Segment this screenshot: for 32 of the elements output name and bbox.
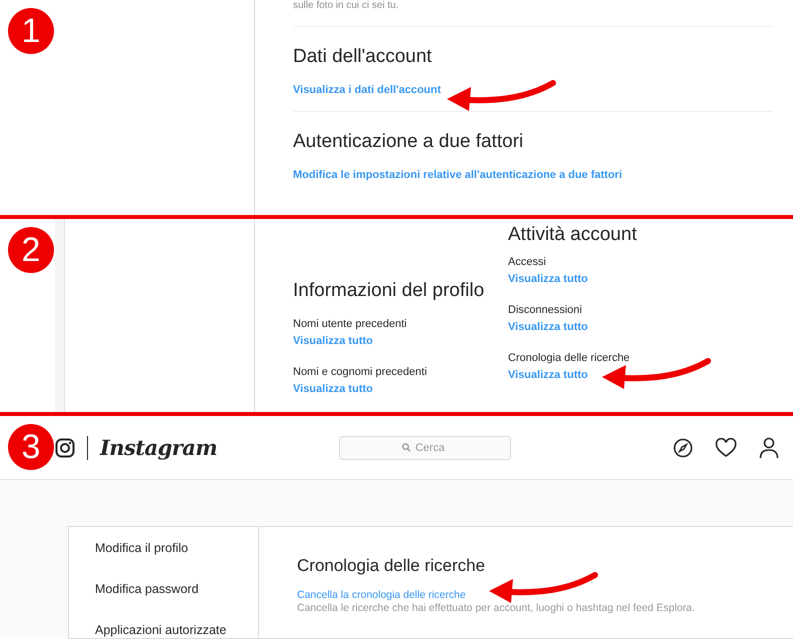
item-label: Nomi utente precedenti — [293, 317, 408, 332]
search-icon — [402, 443, 412, 452]
section-heading: Cronologia delle ricerche — [297, 555, 486, 577]
compass-icon[interactable] — [673, 438, 693, 458]
section-link[interactable]: Modifica le impostazioni relative all'autenticazione a due fattori — [293, 168, 773, 182]
clear-history-link[interactable]: Cancella la cronologia delle ricerche — [297, 589, 695, 602]
section-heading: Dati dell'account — [293, 45, 433, 69]
view-all-link[interactable]: Visualizza tutto — [293, 334, 508, 349]
menu-item[interactable]: Applicazioni autorizzate — [95, 623, 258, 638]
item-label: Nomi e cognomi precedenti — [293, 365, 428, 380]
view-all-link[interactable]: Visualizza tutto — [508, 368, 793, 383]
menu-item[interactable]: Modifica il profilo — [95, 541, 258, 556]
item-label: Disconnessioni — [508, 303, 583, 318]
search-field[interactable]: Cerca — [339, 436, 512, 460]
description-text: Cancella le ricerche che hai effettuato per account, luoghi o hashtag nel feed Esplora. — [297, 602, 695, 615]
item-label: Accessi — [508, 255, 547, 270]
person-icon[interactable] — [759, 436, 779, 458]
intro-text: sulle foto in cui ci sei tu. — [293, 0, 399, 13]
section-heading: Informazioni del profilo — [293, 279, 486, 303]
section-link[interactable]: Visualizza i dati dell'account — [293, 83, 773, 97]
menu-item[interactable]: Modifica password — [95, 582, 258, 597]
step-badge: 2 — [8, 227, 54, 273]
section-heading: Attività account — [508, 223, 638, 247]
view-all-link[interactable]: Visualizza tutto — [508, 272, 793, 287]
view-all-link[interactable]: Visualizza tutto — [293, 382, 508, 397]
brand-wordmark: Instagram — [100, 434, 218, 462]
camera-icon — [55, 438, 75, 458]
view-all-link[interactable]: Visualizza tutto — [508, 320, 793, 335]
item-label: Cronologia delle ricerche — [508, 351, 631, 366]
heart-icon[interactable] — [715, 438, 737, 458]
step-badge: 1 — [8, 8, 54, 54]
section-heading: Autenticazione a due fattori — [293, 130, 524, 154]
